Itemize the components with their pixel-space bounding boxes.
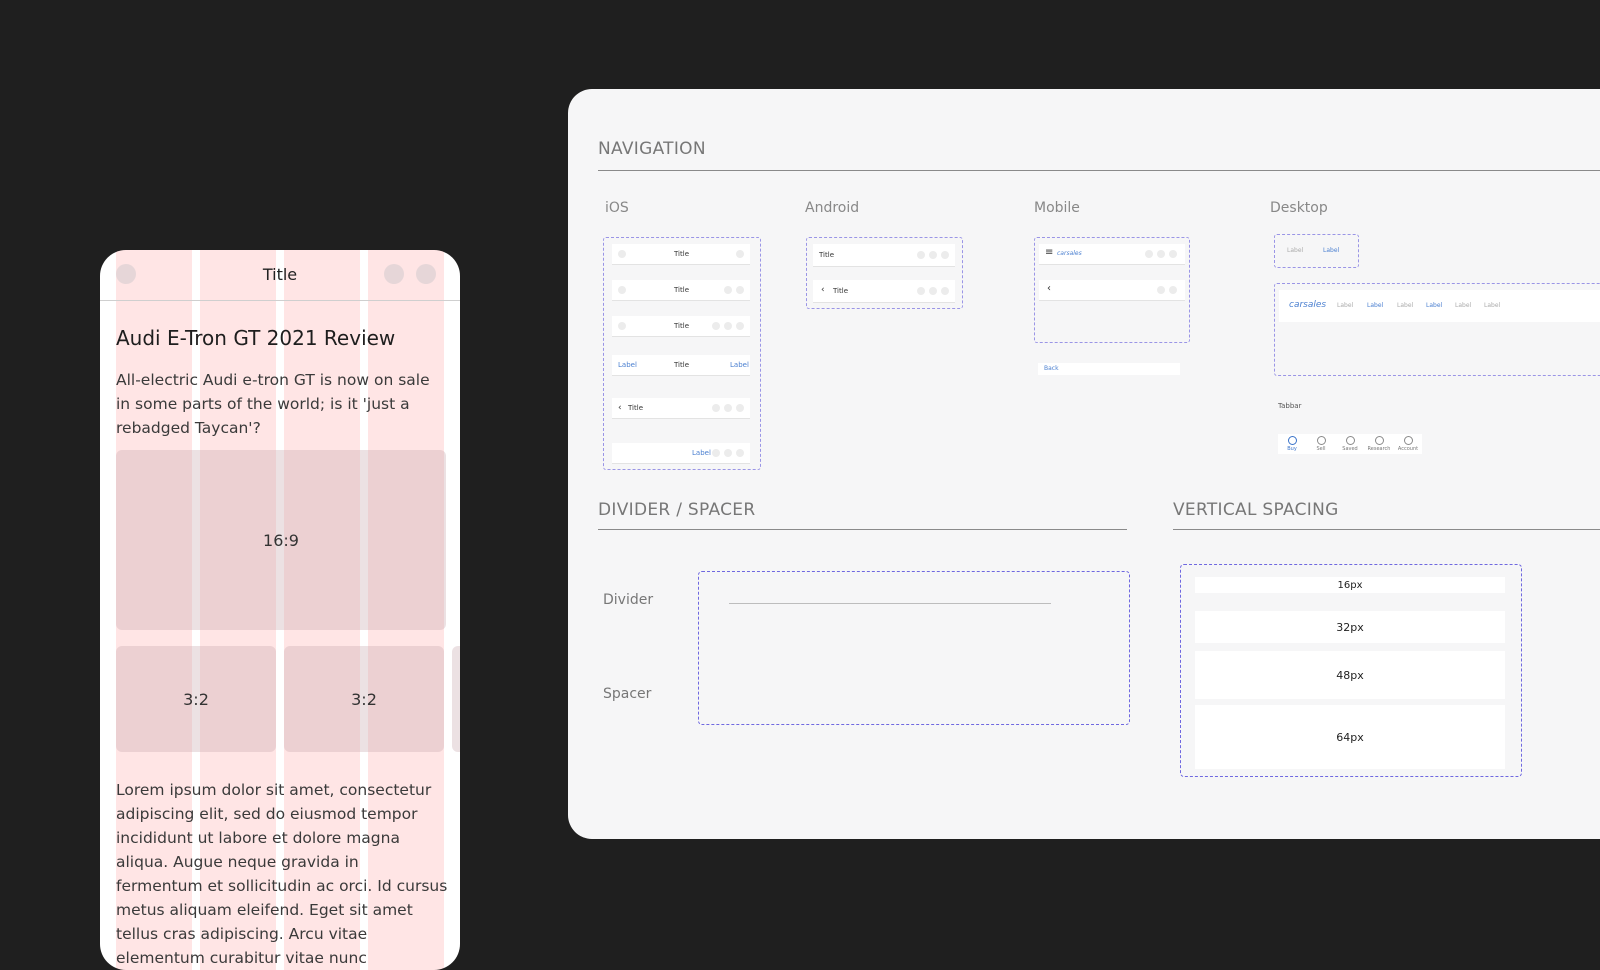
tab-buy[interactable]: Buy	[1278, 434, 1306, 452]
ios-nav-title: Title	[628, 404, 644, 412]
tabbar: Buy Sell Saved Research Account	[1278, 434, 1422, 454]
ios-nav-left-label[interactable]: Label	[618, 361, 637, 369]
ios-nav-specimens: Title Title Title Label Title Label ‹ Ti…	[603, 237, 761, 470]
desktop-header-bar: carsales Label Label Label Label Label L…	[1279, 290, 1600, 322]
mobile-back-bar: Back	[1038, 363, 1180, 375]
desktop-nav-label[interactable]: Label	[1287, 247, 1303, 254]
platform-label-mobile: Mobile	[1034, 200, 1080, 216]
ios-nav-title: Title	[674, 286, 690, 294]
heart-icon	[1345, 436, 1355, 445]
ratio-label: 3:2	[351, 689, 377, 709]
back-link[interactable]: Back	[1044, 365, 1059, 372]
image-placeholder-3-2: 3:2	[116, 646, 276, 752]
vertical-spacing-specimen: 16px 32px 48px 64px	[1180, 564, 1522, 777]
desktop-nav-label[interactable]: Label	[1455, 302, 1471, 309]
navigation-section-title: NAVIGATION	[598, 139, 706, 159]
chevron-left-icon[interactable]: ‹	[1047, 283, 1051, 294]
tag-icon	[1316, 436, 1326, 445]
user-icon	[1403, 436, 1413, 445]
desktop-nav-label[interactable]: Label	[1426, 302, 1442, 309]
spacing-64: 64px	[1195, 705, 1505, 769]
chevron-left-icon[interactable]: ‹	[821, 285, 825, 295]
ios-nav-label[interactable]: Label	[692, 449, 711, 457]
android-nav-specimens: Title ‹ Title	[806, 237, 963, 309]
divider-line	[729, 603, 1051, 604]
platform-label-ios: iOS	[605, 200, 629, 216]
spacer-label: Spacer	[603, 686, 652, 702]
tab-account[interactable]: Account	[1394, 434, 1422, 452]
spacing-16: 16px	[1195, 577, 1505, 593]
desktop-nav-label[interactable]: Label	[1484, 302, 1500, 309]
ios-nav-title: Title	[674, 250, 690, 258]
android-nav-bar: Title	[813, 244, 955, 267]
ios-nav-right-label[interactable]: Label	[730, 361, 749, 369]
ios-nav-bar: Label	[612, 443, 750, 464]
tab-saved[interactable]: Saved	[1336, 434, 1364, 452]
divider-label: Divider	[603, 592, 654, 608]
article-title: Audi E-Tron GT 2021 Review	[116, 326, 396, 350]
mobile-nav-bar: ‹	[1039, 280, 1185, 301]
spacing-48: 48px	[1195, 651, 1505, 699]
ratio-label: 3:2	[183, 689, 209, 709]
section-rule	[598, 170, 1600, 171]
tab-sell[interactable]: Sell	[1307, 434, 1335, 452]
ratio-label: 16:9	[263, 530, 299, 550]
desktop-nav-label-active[interactable]: Label	[1323, 247, 1339, 254]
ios-nav-title: Title	[674, 361, 690, 369]
search-icon	[1287, 436, 1297, 445]
vertical-spacing-title: VERTICAL SPACING	[1173, 500, 1339, 520]
desktop-nav-label[interactable]: Label	[1367, 302, 1383, 309]
phone-nav-bar: Title	[100, 250, 460, 301]
star-icon	[1374, 436, 1384, 445]
image-placeholder-partial	[452, 646, 460, 752]
section-rule	[598, 529, 1127, 530]
carsales-logo[interactable]: carsales	[1057, 250, 1082, 257]
divider-section-title: DIVIDER / SPACER	[598, 500, 756, 520]
article-body: Lorem ipsum dolor sit amet, consectetur …	[116, 781, 448, 967]
desktop-header-specimen: carsales Label Label Label Label Label L…	[1274, 283, 1600, 376]
carsales-logo[interactable]: carsales	[1289, 300, 1326, 310]
ios-nav-bar: Title	[612, 244, 750, 265]
ios-nav-bar: Title	[612, 280, 750, 301]
android-nav-title: Title	[819, 251, 835, 259]
android-nav-title: Title	[833, 287, 849, 295]
ios-nav-bar: Label Title Label	[612, 355, 750, 376]
desktop-label-specimen: Label Label	[1274, 234, 1359, 268]
tabbar-label: Tabbar	[1278, 402, 1302, 410]
mobile-nav-specimens: ≡ carsales ‹	[1034, 237, 1190, 343]
divider-spacer-specimen	[698, 571, 1130, 725]
image-placeholder-16-9: 16:9	[116, 450, 446, 630]
ios-nav-bar: ‹ Title	[612, 398, 750, 419]
ios-nav-bar: Title	[612, 316, 750, 337]
platform-label-android: Android	[805, 200, 860, 216]
image-placeholder-3-2: 3:2	[284, 646, 444, 752]
desktop-nav-label[interactable]: Label	[1337, 302, 1353, 309]
phone-mockup: Title Audi E-Tron GT 2021 Review All-ele…	[100, 250, 460, 970]
chevron-left-icon[interactable]: ‹	[618, 403, 622, 413]
action-icon[interactable]	[384, 264, 404, 284]
nav-title: Title	[262, 265, 298, 284]
action-icon[interactable]	[416, 264, 436, 284]
tab-research[interactable]: Research	[1365, 434, 1393, 452]
android-nav-bar: ‹ Title	[813, 280, 955, 303]
ios-nav-title: Title	[674, 322, 690, 330]
section-rule	[1173, 529, 1600, 530]
hamburger-menu-icon[interactable]: ≡	[1045, 247, 1053, 258]
mobile-nav-bar: ≡ carsales	[1039, 244, 1185, 265]
desktop-nav-label[interactable]: Label	[1397, 302, 1413, 309]
article-description: All-electric Audi e-tron GT is now on sa…	[116, 371, 430, 437]
platform-label-desktop: Desktop	[1270, 200, 1328, 216]
design-system-panel: NAVIGATION iOS Android Mobile Desktop Ti…	[568, 89, 1600, 839]
spacing-32: 32px	[1195, 611, 1505, 643]
